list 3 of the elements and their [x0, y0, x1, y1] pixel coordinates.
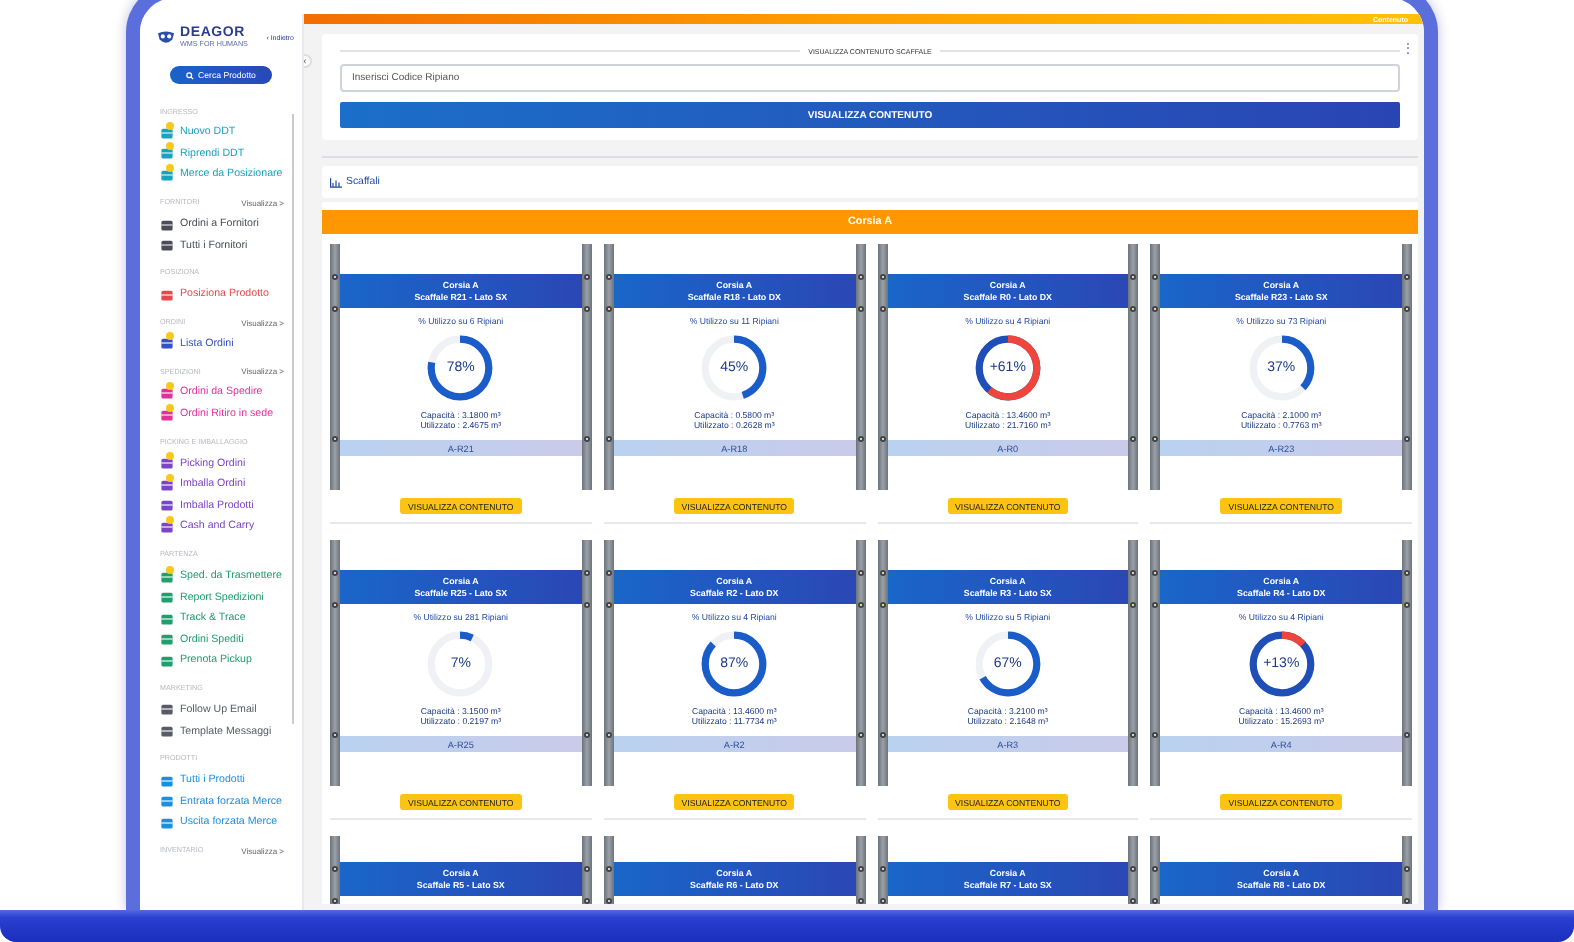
bar-chart-icon: [330, 177, 342, 187]
logo-icon: [156, 29, 176, 45]
search-icon: [186, 71, 195, 79]
